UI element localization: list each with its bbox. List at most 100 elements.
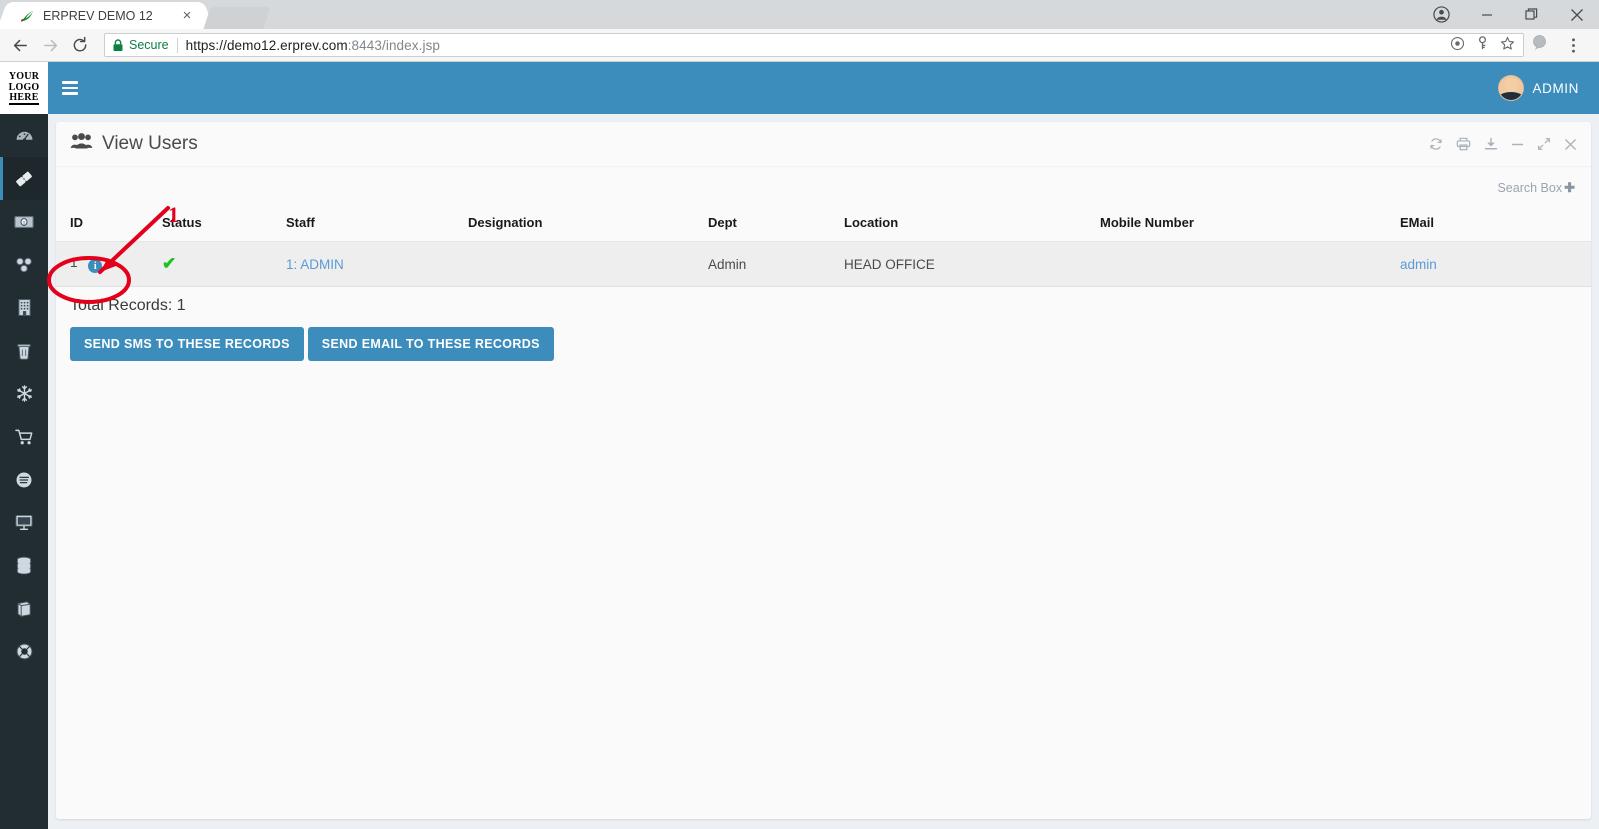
shopping-cart-icon [14, 428, 34, 446]
new-tab-ghost[interactable] [203, 7, 271, 29]
sidebar-item-book[interactable] [0, 587, 48, 630]
users-table: ID Status Staff Designation Dept Locatio… [56, 209, 1591, 287]
building-icon [17, 298, 32, 317]
window-maximize-button[interactable] [1509, 0, 1554, 29]
url-port: :8443 [347, 37, 382, 53]
browser-tab[interactable]: ERPREV DEMO 12 × [8, 2, 203, 29]
expand-arrows-icon[interactable] [1537, 137, 1551, 151]
sidebar: 1 [0, 114, 48, 829]
top-navbar: ADMIN [48, 62, 1599, 114]
logo-line-1: YOUR [8, 71, 40, 83]
cell-email: admin [1400, 241, 1591, 287]
panel-header: View Users [56, 122, 1591, 167]
key-icon[interactable] [1476, 36, 1489, 54]
table-header-row: ID Status Staff Designation Dept Locatio… [56, 209, 1591, 242]
window-minimize-button[interactable] [1464, 0, 1509, 29]
status-check-icon: ✔ [162, 254, 177, 273]
column-header-email[interactable]: EMail [1400, 209, 1591, 242]
page-title: View Users [70, 132, 198, 156]
url-host: demo12.erprev.com [226, 37, 348, 53]
sidebar-item-lifebuoy[interactable] [0, 630, 48, 673]
url-scheme: https:// [185, 37, 227, 53]
book-icon [15, 600, 33, 618]
star-icon[interactable] [1500, 36, 1515, 54]
sidebar-item-tag[interactable] [0, 157, 48, 200]
cell-mobile [1100, 241, 1400, 287]
menu-dots-icon[interactable] [1559, 31, 1587, 59]
disc-icon [15, 471, 33, 489]
extension-icon[interactable] [1530, 33, 1549, 57]
window-controls [1419, 0, 1599, 29]
user-menu[interactable]: ADMIN [1497, 62, 1599, 114]
column-header-designation[interactable]: Designation [468, 209, 708, 242]
refresh-icon[interactable] [1429, 137, 1443, 151]
table-header: ID Status Staff Designation Dept Locatio… [56, 209, 1591, 242]
table-row[interactable]: 1 i ✔ 1: ADMIN Admin HEAD OFFICE admin [56, 241, 1591, 287]
sidebar-item-dashboard[interactable] [0, 114, 48, 157]
app-logo[interactable]: YOUR LOGO HERE [0, 62, 48, 114]
column-header-status[interactable]: Status [162, 209, 286, 242]
cell-staff: 1: ADMIN [286, 241, 468, 287]
reload-button[interactable] [66, 31, 94, 59]
minus-icon[interactable] [1511, 138, 1524, 151]
view-users-panel: View Users Search Box ✚ ID Status Staff … [56, 122, 1591, 819]
total-records-label: Total Records: 1 [70, 297, 186, 314]
sidebar-item-money[interactable]: 1 [0, 200, 48, 243]
send-email-button[interactable]: SEND EMAIL TO THESE RECORDS [307, 327, 554, 361]
profile-icon[interactable] [1419, 0, 1464, 29]
sidebar-item-sitemap[interactable] [0, 243, 48, 286]
address-bar[interactable]: Secure https://demo12.erprev.com:8443/in… [104, 33, 1524, 57]
sidebar-item-database[interactable] [0, 544, 48, 587]
back-button[interactable] [6, 31, 34, 59]
hamburger-icon[interactable] [48, 62, 92, 114]
column-header-location[interactable]: Location [844, 209, 1100, 242]
tab-title: ERPREV DEMO 12 [43, 8, 153, 23]
sidebar-item-cart[interactable] [0, 415, 48, 458]
search-row: Search Box ✚ [56, 167, 1591, 209]
sidebar-item-trash[interactable] [0, 329, 48, 372]
logo-line-3: HERE [9, 92, 39, 104]
table-body: 1 i ✔ 1: ADMIN Admin HEAD OFFICE admin [56, 241, 1591, 287]
send-sms-button[interactable]: SEND SMS TO THESE RECORDS [70, 327, 304, 361]
avatar [1497, 75, 1524, 101]
staff-link[interactable]: 1: ADMIN [286, 257, 344, 272]
sidebar-item-desktop[interactable] [0, 501, 48, 544]
bulk-action-buttons: SEND SMS TO THESE RECORDS SEND EMAIL TO … [56, 315, 1591, 361]
info-circle-icon[interactable]: i [88, 259, 103, 274]
trash-icon [16, 342, 32, 360]
tab-close-icon[interactable]: × [179, 8, 195, 24]
svg-text:1: 1 [23, 220, 26, 226]
print-icon[interactable] [1456, 137, 1471, 151]
cell-status: ✔ [162, 241, 286, 287]
snowflake-icon [15, 384, 34, 403]
sidebar-item-building[interactable] [0, 286, 48, 329]
logo-line-2: LOGO [8, 81, 40, 93]
database-icon [15, 556, 33, 575]
column-header-dept[interactable]: Dept [708, 209, 844, 242]
cell-designation [468, 241, 708, 287]
dashboard-gauge-icon [15, 126, 34, 145]
search-box-label: Search Box [1497, 181, 1563, 195]
cell-id: 1 i [56, 241, 162, 287]
column-header-id[interactable]: ID [56, 209, 162, 242]
application-viewport: YOUR LOGO HERE ADMIN 1 View Users Search… [0, 62, 1599, 829]
url-path: /index.jsp [382, 37, 441, 53]
sidebar-item-snowflake[interactable] [0, 372, 48, 415]
content-area: View Users Search Box ✚ ID Status Staff … [48, 114, 1599, 829]
download-icon[interactable] [1484, 137, 1498, 151]
sidebar-item-disc[interactable] [0, 458, 48, 501]
sitemap-share-icon [14, 255, 34, 275]
email-link[interactable]: admin [1400, 257, 1437, 272]
target-icon[interactable] [1450, 36, 1465, 54]
column-header-staff[interactable]: Staff [286, 209, 468, 242]
window-close-button[interactable] [1554, 0, 1599, 29]
cell-location: HEAD OFFICE [844, 241, 1100, 287]
tab-strip: ERPREV DEMO 12 × [0, 0, 1599, 29]
desktop-monitor-icon [14, 514, 34, 531]
plus-icon: ✚ [1564, 180, 1575, 195]
column-header-mobile[interactable]: Mobile Number [1100, 209, 1400, 242]
lifebuoy-icon [15, 642, 34, 661]
search-box-toggle[interactable]: Search Box ✚ [1497, 180, 1575, 196]
forward-button[interactable] [36, 31, 64, 59]
close-x-icon[interactable] [1564, 138, 1577, 151]
